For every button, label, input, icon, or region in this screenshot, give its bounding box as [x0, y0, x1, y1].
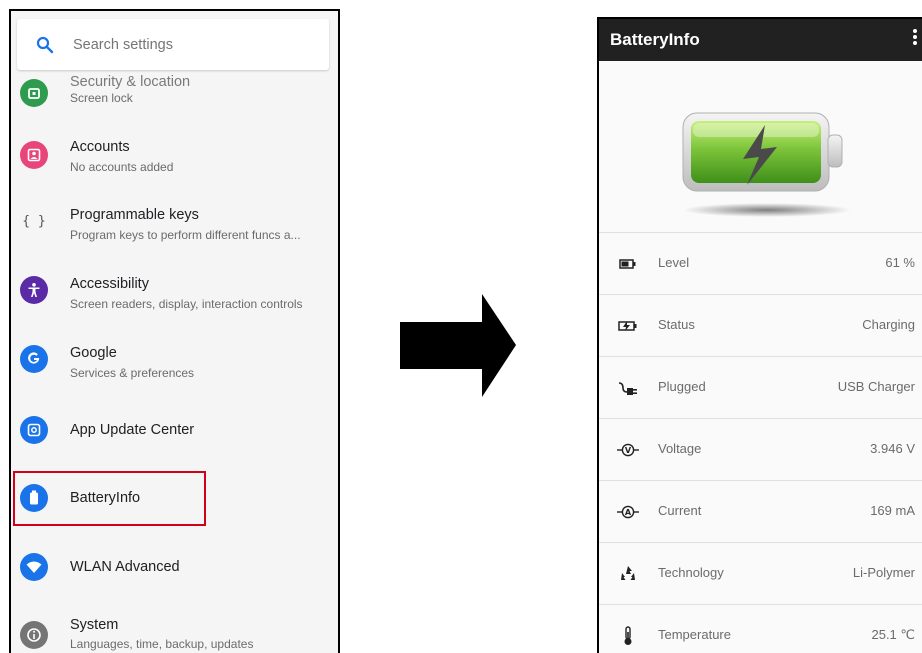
info-label: Plugged — [658, 379, 706, 394]
info-value: USB Charger — [837, 379, 915, 394]
info-row-level: Level 61 % — [599, 232, 922, 294]
info-label: Temperature — [658, 627, 731, 642]
svg-text:A: A — [625, 508, 632, 517]
wifi-icon — [20, 553, 48, 581]
info-value: 3.946 V — [870, 441, 915, 456]
settings-item-subtitle: Program keys to perform different funcs … — [70, 228, 301, 242]
lock-icon — [20, 79, 48, 107]
settings-item-title: Security & location — [70, 74, 191, 90]
settings-item-title: App Update Center — [70, 422, 195, 438]
info-label: Current — [658, 503, 702, 518]
settings-item-subtitle: Services & preferences — [70, 366, 195, 380]
voltage-icon: V — [617, 439, 639, 461]
recycle-icon — [617, 563, 639, 585]
info-row-voltage: V Voltage 3.946 V — [599, 418, 922, 480]
settings-item-subtitle: Languages, time, backup, updates — [70, 637, 254, 651]
info-row-status: Status Charging — [599, 294, 922, 356]
info-row-technology: Technology Li-Polymer — [599, 542, 922, 604]
settings-item-subtitle: Screen readers, display, interaction con… — [70, 297, 303, 311]
battery-level-icon — [617, 253, 639, 275]
info-value: Charging — [862, 317, 915, 332]
search-icon — [17, 36, 73, 54]
info-value: 169 mA — [870, 503, 915, 518]
settings-item-subtitle: Screen lock — [70, 91, 133, 105]
braces-icon: { } — [22, 213, 46, 229]
settings-item-title: WLAN Advanced — [70, 559, 180, 575]
settings-item-title: System — [70, 617, 119, 633]
google-icon — [20, 345, 48, 373]
settings-item-accessibility[interactable]: Accessibility Screen readers, display, i… — [11, 256, 338, 324]
highlight-box — [13, 471, 206, 526]
info-label: Level — [658, 255, 690, 270]
settings-item-title: Accounts — [70, 139, 130, 155]
settings-item-subtitle: No accounts added — [70, 160, 174, 174]
search-placeholder: Search settings — [73, 36, 173, 53]
info-row-current: A Current 169 mA — [599, 480, 922, 542]
settings-screen: Search settings Security & location Scre… — [9, 9, 340, 653]
settings-item-title: Programmable keys — [70, 207, 199, 223]
info-value: Li-Polymer — [852, 565, 915, 580]
settings-item-google[interactable]: Google Services & preferences — [11, 325, 338, 393]
app-update-icon — [20, 416, 48, 444]
plug-icon — [617, 377, 639, 399]
accessibility-icon — [20, 276, 48, 304]
info-value: 61 % — [885, 255, 915, 270]
info-row-temperature: Temperature 25.1 ℃ — [599, 604, 922, 653]
settings-item-wlan-advanced[interactable]: WLAN Advanced — [11, 533, 338, 601]
current-icon: A — [617, 501, 639, 523]
batteryinfo-screen: BatteryInfo Level 61 % Status Charging P… — [597, 17, 922, 653]
settings-item-system[interactable]: System Languages, time, backup, updates — [11, 601, 338, 653]
info-value: 25.1 ℃ — [871, 627, 915, 642]
info-label: Voltage — [658, 441, 702, 456]
charging-status-icon — [617, 315, 639, 337]
settings-item-app-update-center[interactable]: App Update Center — [11, 396, 338, 464]
settings-item-accounts[interactable]: Accounts No accounts added — [11, 119, 338, 187]
battery-illustration — [681, 107, 861, 237]
info-icon — [20, 621, 48, 649]
info-label: Technology — [658, 565, 724, 580]
settings-item-title: Google — [70, 345, 117, 361]
settings-item-title: Accessibility — [70, 276, 149, 292]
settings-item-programmable-keys[interactable]: { } Programmable keys Program keys to pe… — [11, 187, 338, 255]
overflow-menu-icon[interactable] — [912, 27, 920, 51]
app-title: BatteryInfo — [610, 30, 700, 49]
right-arrow-icon — [400, 294, 516, 397]
info-row-plugged: Plugged USB Charger — [599, 356, 922, 418]
thermometer-icon — [617, 625, 639, 647]
svg-text:V: V — [625, 446, 632, 455]
search-bar[interactable]: Search settings — [17, 19, 329, 70]
app-bar: BatteryInfo — [599, 19, 922, 61]
info-label: Status — [658, 317, 695, 332]
account-icon — [20, 141, 48, 169]
